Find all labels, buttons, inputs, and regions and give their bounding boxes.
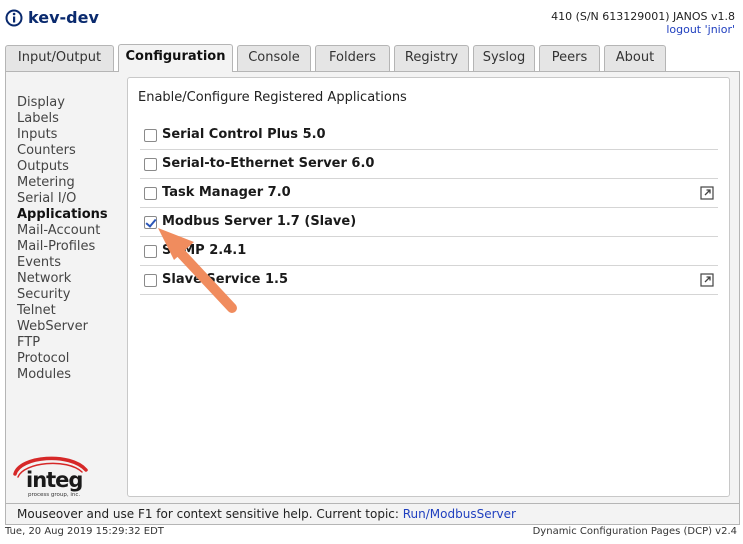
list-item: Slave Service 1.5 [140, 266, 718, 295]
logout-link[interactable]: logout 'jnior' [666, 23, 735, 36]
tab-folders[interactable]: Folders [315, 45, 390, 71]
app-checkbox[interactable] [144, 129, 157, 142]
footer-datetime: Tue, 20 Aug 2019 15:29:32 EDT [5, 526, 164, 537]
sidebar-item-protocol[interactable]: Protocol [17, 351, 127, 367]
tab-registry[interactable]: Registry [394, 45, 469, 71]
page-title: Enable/Configure Registered Applications [138, 90, 407, 105]
sidebar-item-mail-account[interactable]: Mail-Account [17, 223, 127, 239]
sidebar-item-ftp[interactable]: FTP [17, 335, 127, 351]
list-item: Task Manager 7.0 [140, 179, 718, 208]
system-info: 410 (S/N 613129001) JANOS v1.8 [551, 10, 735, 23]
sidebar-item-counters[interactable]: Counters [17, 143, 127, 159]
list-item: SNMP 2.4.1 [140, 237, 718, 266]
configuration-panel: Display Labels Inputs Counters Outputs M… [5, 71, 740, 504]
app-checkbox[interactable] [144, 216, 157, 229]
sidebar-item-telnet[interactable]: Telnet [17, 303, 127, 319]
footer-version: Dynamic Configuration Pages (DCP) v2.4 [532, 526, 737, 537]
app-name: Task Manager 7.0 [162, 185, 291, 200]
list-item: Serial-to-Ethernet Server 6.0 [140, 150, 718, 179]
svg-text:integ: integ [26, 468, 82, 492]
tab-about[interactable]: About [604, 45, 666, 71]
application-list: Serial Control Plus 5.0 Serial-to-Ethern… [140, 121, 718, 295]
app-checkbox[interactable] [144, 274, 157, 287]
help-text: Mouseover and use F1 for context sensiti… [17, 507, 403, 521]
info-icon [5, 9, 23, 27]
list-item: Serial Control Plus 5.0 [140, 121, 718, 150]
tab-peers[interactable]: Peers [539, 45, 600, 71]
app-name: Slave Service 1.5 [162, 272, 289, 287]
sidebar-item-modules[interactable]: Modules [17, 367, 127, 383]
header: kev-dev 410 (S/N 613129001) JANOS v1.8 l… [0, 0, 743, 44]
sidebar-item-metering[interactable]: Metering [17, 175, 127, 191]
app-name: SNMP 2.4.1 [162, 243, 247, 258]
sidebar-item-events[interactable]: Events [17, 255, 127, 271]
help-bar: Mouseover and use F1 for context sensiti… [5, 504, 740, 525]
app-checkbox[interactable] [144, 158, 157, 171]
help-topic-link[interactable]: Run/ModbusServer [403, 507, 516, 521]
sidebar-item-inputs[interactable]: Inputs [17, 127, 127, 143]
sidebar-item-network[interactable]: Network [17, 271, 127, 287]
sidebar: Display Labels Inputs Counters Outputs M… [17, 95, 127, 383]
sidebar-item-security[interactable]: Security [17, 287, 127, 303]
sidebar-item-applications[interactable]: Applications [17, 207, 127, 223]
sidebar-item-display[interactable]: Display [17, 95, 127, 111]
tab-input-output[interactable]: Input/Output [5, 45, 114, 71]
app-checkbox[interactable] [144, 245, 157, 258]
tab-console[interactable]: Console [237, 45, 311, 71]
sidebar-item-webserver[interactable]: WebServer [17, 319, 127, 335]
sidebar-item-labels[interactable]: Labels [17, 111, 127, 127]
app-checkbox[interactable] [144, 187, 157, 200]
app-name: Modbus Server 1.7 (Slave) [162, 214, 357, 229]
sidebar-item-mail-profiles[interactable]: Mail-Profiles [17, 239, 127, 255]
app-name: Serial Control Plus 5.0 [162, 127, 326, 142]
sidebar-item-outputs[interactable]: Outputs [17, 159, 127, 175]
applications-content: Enable/Configure Registered Applications… [127, 77, 730, 497]
tab-syslog[interactable]: Syslog [473, 45, 535, 71]
app-title: kev-dev [28, 8, 99, 27]
svg-text:process group, inc.: process group, inc. [28, 492, 80, 498]
list-item: Modbus Server 1.7 (Slave) [140, 208, 718, 237]
external-link-icon[interactable] [700, 273, 714, 287]
external-link-icon[interactable] [700, 186, 714, 200]
tab-bar: Input/Output Configuration Console Folde… [5, 44, 740, 72]
sidebar-item-serial-io[interactable]: Serial I/O [17, 191, 127, 207]
app-name: Serial-to-Ethernet Server 6.0 [162, 156, 375, 171]
tab-configuration[interactable]: Configuration [118, 44, 233, 72]
integ-logo: integ process group, inc. [13, 456, 88, 498]
